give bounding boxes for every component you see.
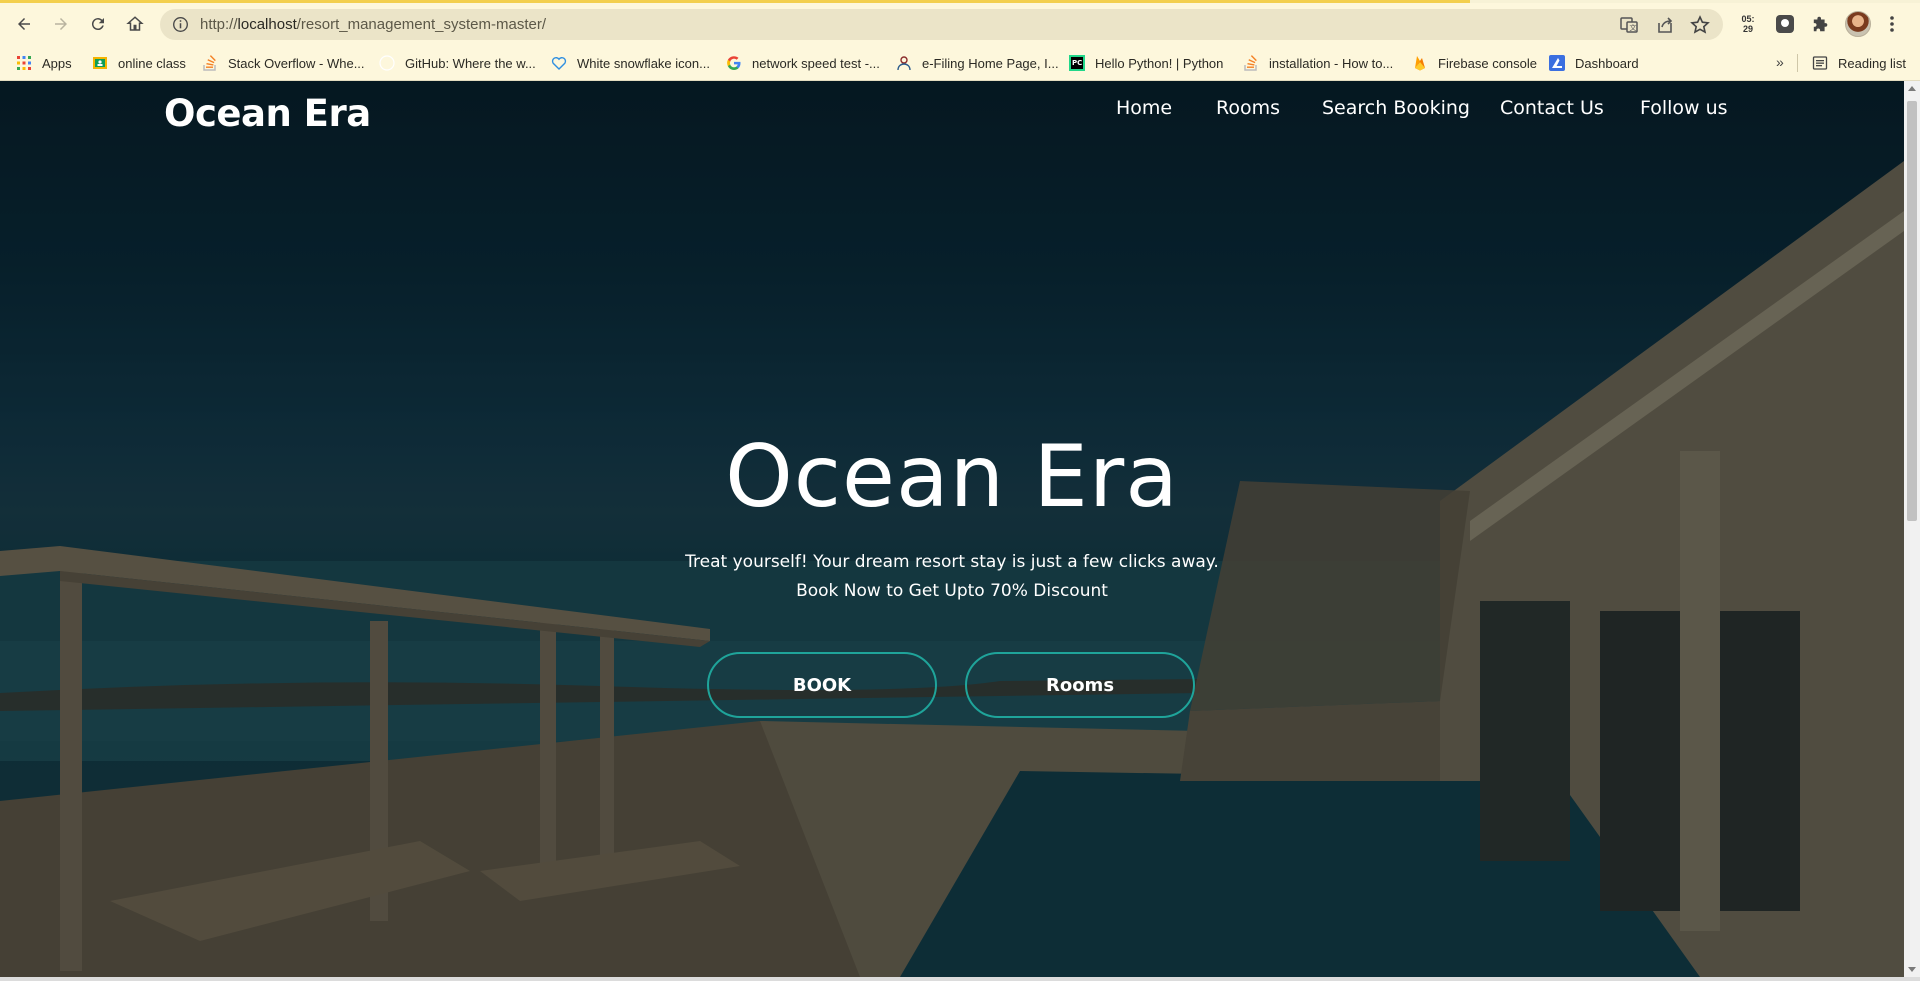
translate-icon[interactable]: 文: [1619, 15, 1639, 35]
bookmark-label: network speed test -...: [752, 55, 880, 71]
bookmark-dashboard[interactable]: Dashboard: [1549, 53, 1639, 73]
bookmark-label: Apps: [42, 55, 72, 71]
nav-rooms[interactable]: Rooms: [1216, 97, 1280, 119]
classroom-icon: [93, 57, 107, 69]
stackoverflow-icon: [203, 55, 216, 71]
extension-square-icon: [1776, 15, 1794, 33]
kebab-menu-icon: [1890, 16, 1894, 32]
window-bottom-edge: [0, 977, 1920, 981]
nav-home[interactable]: Home: [1116, 97, 1172, 119]
site-info-icon[interactable]: [172, 16, 189, 33]
rooms-button[interactable]: Rooms: [965, 652, 1195, 718]
heart-icon: [551, 57, 567, 70]
puzzle-icon: [1813, 16, 1828, 32]
forward-button[interactable]: [47, 10, 75, 38]
scroll-down-arrow-icon[interactable]: [1908, 967, 1916, 972]
browser-menu-button[interactable]: [1882, 11, 1902, 37]
hero-tagline: Treat yourself! Your dream resort stay i…: [685, 552, 1219, 572]
page-viewport: Ocean Era Home Rooms Search Booking Cont…: [0, 81, 1904, 977]
reload-button[interactable]: [84, 10, 112, 38]
extensions-menu-button[interactable]: [1808, 11, 1834, 37]
hero-section: Ocean Era Home Rooms Search Booking Cont…: [0, 81, 1904, 977]
url-text[interactable]: http://localhost/resort_management_syste…: [200, 16, 546, 33]
clock-minutes: 29: [1742, 24, 1753, 34]
apps-grid-icon: [17, 56, 31, 70]
bookmark-pycharm[interactable]: PC Hello Python! | Python: [1069, 53, 1223, 73]
bookmark-stackoverflow[interactable]: Stack Overflow - Whe...: [202, 53, 365, 73]
svg-text:文: 文: [1630, 23, 1637, 32]
nav-contact-us[interactable]: Contact Us: [1500, 97, 1604, 119]
page-scrollbar[interactable]: [1904, 81, 1920, 977]
hero-dark-overlay: [0, 81, 1904, 977]
bookmark-label: installation - How to...: [1269, 55, 1394, 71]
google-icon: [727, 56, 741, 70]
hero-title: Ocean Era: [725, 427, 1179, 527]
efiling-icon: [897, 56, 911, 71]
nav-search-booking[interactable]: Search Booking: [1322, 97, 1470, 119]
bookmark-label: Dashboard: [1575, 55, 1639, 71]
bookmark-installation[interactable]: installation - How to...: [1243, 53, 1393, 73]
svg-text:PC: PC: [1072, 59, 1082, 67]
bookmark-firebase[interactable]: Firebase console: [1412, 53, 1537, 73]
bookmark-label: White snowflake icon...: [577, 55, 710, 71]
scrollbar-thumb[interactable]: [1907, 101, 1917, 521]
bookmarks-divider: [1797, 54, 1798, 72]
bookmark-label: Firebase console: [1438, 55, 1537, 71]
hero-discount-text: Book Now to Get Upto 70% Discount: [796, 581, 1108, 601]
bookmarks-bar: Apps online class Stack Overflow - Whe..…: [0, 44, 1920, 81]
bookmark-label: online class: [118, 55, 186, 71]
bookmark-efiling[interactable]: e-Filing Home Page, I...: [896, 53, 1059, 73]
url-host: localhost: [237, 16, 297, 33]
reading-list-button[interactable]: Reading list: [1812, 53, 1906, 73]
pycharm-icon: PC: [1069, 55, 1085, 71]
bookmark-label: e-Filing Home Page, I...: [922, 55, 1059, 71]
reading-list-icon: [1812, 56, 1828, 70]
stackoverflow-icon: [1244, 55, 1257, 71]
clock-extension[interactable]: 05: 29: [1734, 11, 1762, 37]
back-button[interactable]: [10, 10, 38, 38]
bookmark-star-icon[interactable]: [1690, 15, 1710, 35]
url-path: /resort_management_system-master/: [296, 16, 546, 33]
firebase-icon: [1415, 56, 1425, 71]
bookmark-github[interactable]: GitHub: Where the w...: [379, 53, 536, 73]
address-bar[interactable]: http://localhost/resort_management_syste…: [160, 9, 1723, 40]
bookmark-label: Hello Python! | Python: [1095, 55, 1224, 71]
bookmark-label: Stack Overflow - Whe...: [228, 55, 365, 71]
profile-button[interactable]: [1844, 11, 1872, 37]
back-arrow-icon: [18, 18, 30, 30]
scroll-up-arrow-icon[interactable]: [1908, 86, 1916, 91]
site-logo[interactable]: Ocean Era: [164, 92, 371, 135]
home-button[interactable]: [121, 10, 149, 38]
github-icon: [379, 55, 395, 71]
dashboard-icon: [1549, 55, 1565, 71]
book-button[interactable]: BOOK: [707, 652, 937, 718]
home-icon: [126, 16, 144, 31]
browser-toolbar: http://localhost/resort_management_syste…: [0, 3, 1920, 44]
bookmark-online-class[interactable]: online class: [92, 53, 186, 73]
forward-arrow-icon: [55, 18, 67, 30]
avatar: [1845, 11, 1871, 37]
bookmark-snowflake[interactable]: White snowflake icon...: [551, 53, 710, 73]
more-bookmarks-button[interactable]: »: [1776, 54, 1784, 70]
extension-button[interactable]: [1772, 11, 1798, 37]
reload-icon: [91, 18, 104, 31]
clock-hours: 05:: [1741, 14, 1755, 24]
url-prefix: http://: [200, 16, 238, 33]
bookmark-speed-test[interactable]: network speed test -...: [726, 53, 880, 73]
bookmark-apps[interactable]: Apps: [16, 53, 72, 73]
share-icon[interactable]: [1655, 15, 1675, 35]
reading-list-label: Reading list: [1838, 55, 1906, 71]
bookmark-label: GitHub: Where the w...: [405, 55, 536, 71]
nav-follow-us[interactable]: Follow us: [1640, 97, 1728, 119]
